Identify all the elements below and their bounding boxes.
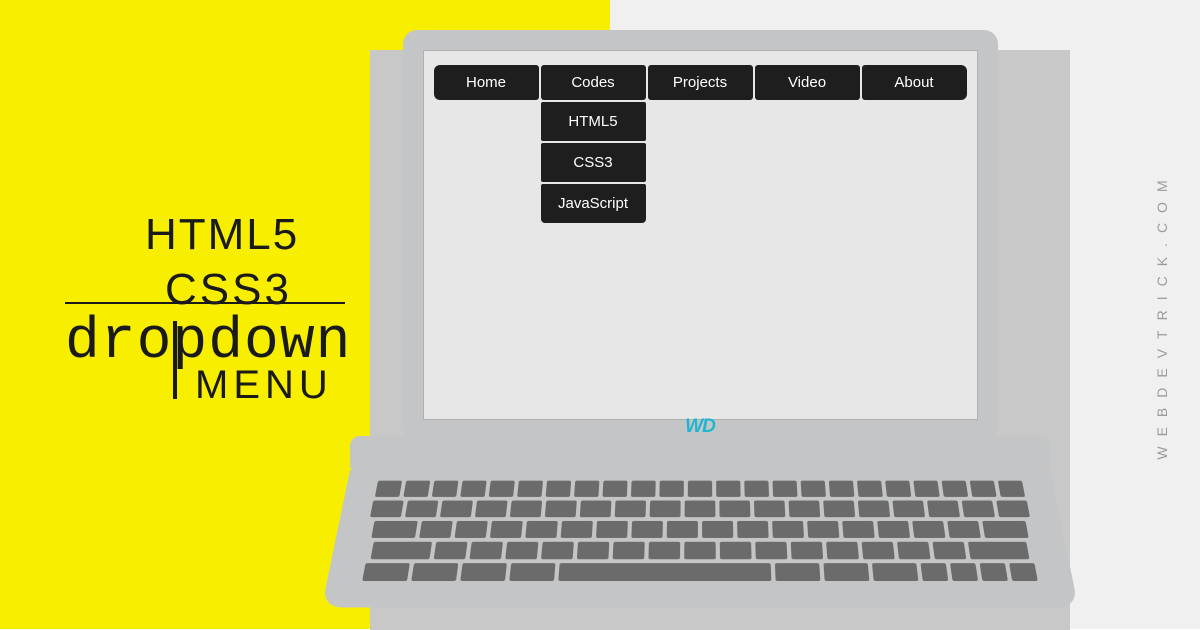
nav-about[interactable]: About xyxy=(862,65,967,100)
page-canvas: WEBDEVTRICK.COM HTML5 CSS3 dropdown MENU… xyxy=(0,0,1200,629)
dropdown-menu: HTML5 CSS3 JavaScript xyxy=(541,102,646,225)
nav-codes-label: Codes xyxy=(571,74,614,91)
nav-video[interactable]: Video xyxy=(755,65,860,100)
nav-projects[interactable]: Projects xyxy=(648,65,753,100)
dropdown-html5[interactable]: HTML5 xyxy=(541,102,646,141)
watermark-text: WEBDEVTRICK.COM xyxy=(1154,170,1170,459)
laptop-bezel: Home Codes HTML5 CSS3 JavaScript Project… xyxy=(403,30,998,440)
dropdown-css3[interactable]: CSS3 xyxy=(541,143,646,182)
title-html5: HTML5 xyxy=(145,210,351,260)
laptop-keyboard xyxy=(322,470,1079,607)
wd-logo: WD xyxy=(685,416,715,438)
nav-codes[interactable]: Codes HTML5 CSS3 JavaScript xyxy=(541,65,646,100)
laptop-illustration: Home Codes HTML5 CSS3 JavaScript Project… xyxy=(350,30,1050,614)
dropdown-javascript[interactable]: JavaScript xyxy=(541,184,646,223)
title-css3: CSS3 xyxy=(165,265,351,315)
title-block: HTML5 CSS3 dropdown MENU xyxy=(65,210,351,408)
navbar: Home Codes HTML5 CSS3 JavaScript Project… xyxy=(424,51,977,100)
laptop-screen: Home Codes HTML5 CSS3 JavaScript Project… xyxy=(423,50,978,420)
laptop-hinge xyxy=(350,436,1050,470)
title-menu: MENU xyxy=(195,363,351,408)
nav-home[interactable]: Home xyxy=(434,65,539,100)
